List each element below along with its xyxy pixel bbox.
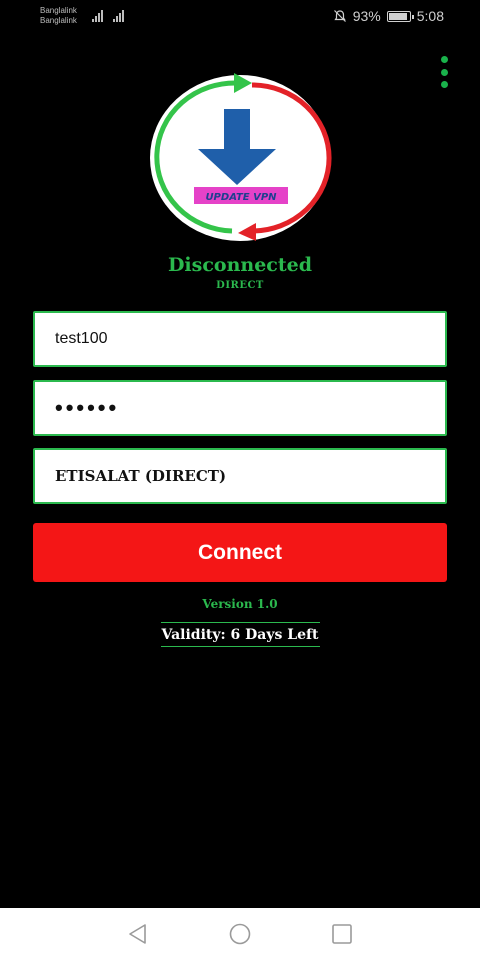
signal-icon [92,10,103,22]
signal-icon [113,10,124,22]
connect-button[interactable]: Connect [33,523,447,582]
username-field[interactable]: test100 [33,311,447,367]
menu-dot [440,56,448,63]
back-icon[interactable] [126,922,150,946]
battery-icon [386,10,414,22]
overflow-menu-icon[interactable] [438,56,450,88]
connection-status: Disconnected [167,254,313,276]
navigation-bar [0,908,480,960]
status-bar: Banglalink Banglalink 93% 5:08 [0,0,480,34]
password-value: •••••• [55,395,120,420]
menu-dot [440,81,448,88]
version-label: Version 1.0 [202,597,278,611]
logo-banner-text: UPDATE VPN [205,192,277,203]
validity-container: Validity: 6 Days Left [0,622,480,647]
recent-apps-icon[interactable] [330,922,354,946]
signal-icon [92,10,124,22]
carrier-2: Banglalink [40,16,77,25]
username-value: test100 [55,330,108,347]
app-logo: UPDATE VPN [150,73,332,241]
clock: 5:08 [416,8,444,24]
server-select[interactable]: ETISALAT (DIRECT) [33,448,447,504]
validity-label: Validity: 6 Days Left [160,622,320,647]
status-right: 93% 5:08 [333,8,444,24]
carrier-1: Banglalink [40,6,77,15]
carrier-names: Banglalink Banglalink [40,6,77,26]
server-selected: ETISALAT (DIRECT) [55,467,227,485]
battery-fill [388,12,408,20]
mute-icon [333,10,346,22]
password-field[interactable]: •••••• [33,380,447,436]
menu-dot [440,68,448,76]
home-icon[interactable] [228,922,252,946]
battery-level: 93% [352,8,381,24]
connection-mode: DIRECT [216,280,264,291]
